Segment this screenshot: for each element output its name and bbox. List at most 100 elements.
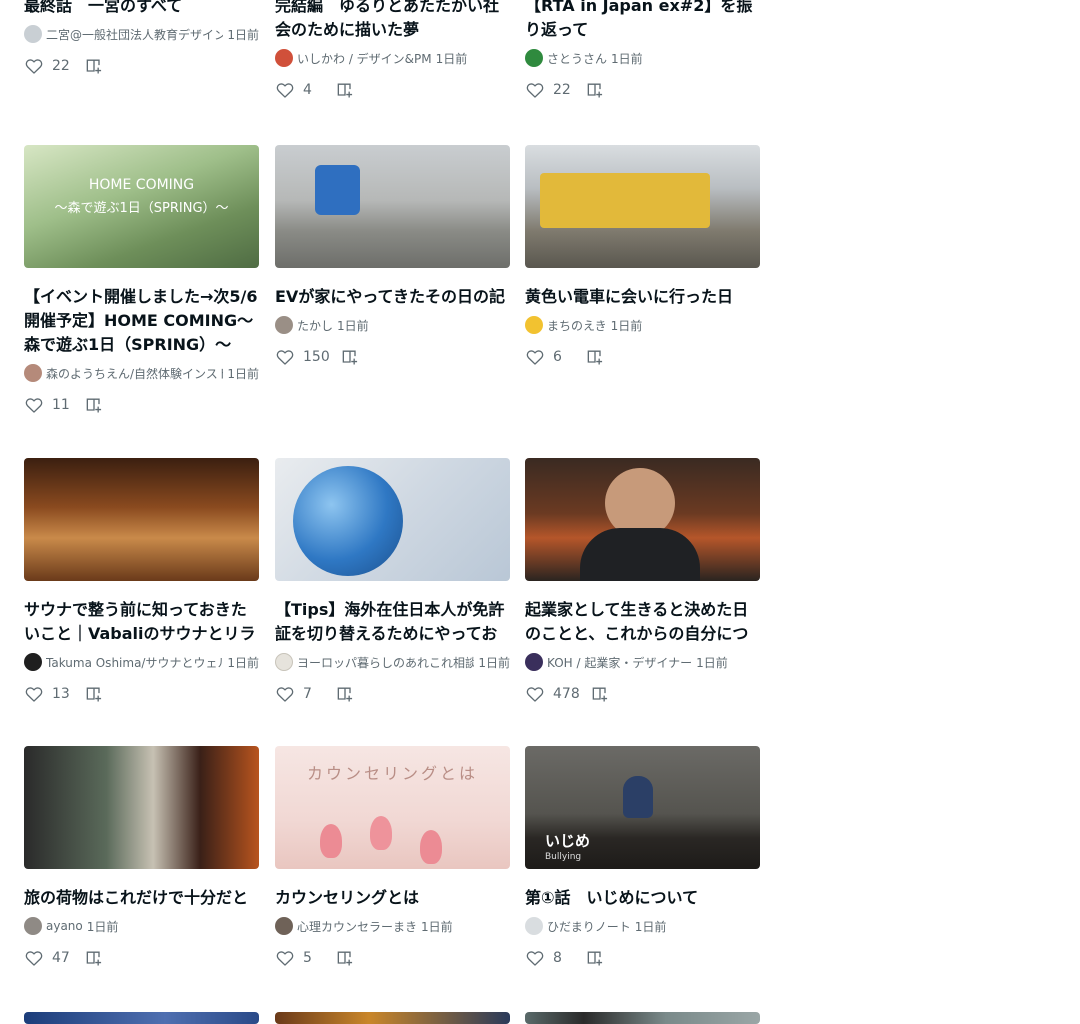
author-avatar[interactable]: [24, 25, 42, 43]
article-thumbnail[interactable]: [24, 458, 259, 581]
article-title[interactable]: 黄色い電車に会いに行った日: [525, 285, 760, 309]
article-title[interactable]: 旅の荷物はこれだけで十分だと気づいた話: [24, 886, 259, 910]
article-card[interactable]: カウンセリングとは カウンセリングとは 心理カウンセラーまき 1日前 5: [275, 746, 510, 970]
article-thumbnail[interactable]: [525, 458, 760, 581]
article-title[interactable]: 【Tips】海外在住日本人が免許証を切り替えるためにやっておくべきこと全まとめ: [275, 598, 510, 646]
like-button[interactable]: [525, 347, 553, 367]
article-thumbnail[interactable]: いじめ Bullying: [525, 746, 760, 869]
author-name[interactable]: さとうさん: [547, 50, 607, 67]
author-name[interactable]: ひだまりノート: [547, 918, 631, 935]
save-to-magazine-button[interactable]: [84, 395, 104, 415]
heart-icon: [526, 687, 544, 702]
save-to-magazine-button[interactable]: [84, 56, 104, 76]
heart-icon: [526, 350, 544, 365]
add-to-magazine-icon: [587, 83, 603, 98]
save-to-magazine-button[interactable]: [335, 684, 355, 704]
author-avatar[interactable]: [24, 917, 42, 935]
author-avatar[interactable]: [525, 917, 543, 935]
like-count: 150: [303, 349, 330, 365]
article-title[interactable]: EVが家にやってきたその日の記録: [275, 285, 510, 309]
article-thumbnail[interactable]: [24, 1012, 259, 1024]
author-avatar[interactable]: [525, 653, 543, 671]
save-to-magazine-button[interactable]: [585, 347, 605, 367]
article-card[interactable]: 旅の荷物はこれだけで十分だと気づいた話 ayano 1日前 47: [24, 746, 259, 970]
article-title[interactable]: カウンセリングとは: [275, 886, 510, 910]
author-avatar[interactable]: [275, 917, 293, 935]
article-card[interactable]: 最終話 一宮のすべて 二宮@一般社団法人教育デザイン研究所 1日前 22: [24, 0, 259, 78]
author-name[interactable]: 二宮@一般社団法人教育デザイン研究所: [46, 26, 223, 43]
author-name[interactable]: 心理カウンセラーまき: [297, 918, 417, 935]
author-avatar[interactable]: [275, 49, 293, 67]
author-avatar[interactable]: [525, 49, 543, 67]
author-name[interactable]: いしかわ / デザイン&PM: [297, 50, 432, 67]
author-name[interactable]: まちのえき: [547, 317, 607, 334]
save-to-magazine-button[interactable]: [585, 948, 605, 968]
author-name[interactable]: KOH / 起業家・デザイナー: [547, 654, 692, 671]
article-thumbnail[interactable]: [525, 1012, 760, 1024]
save-to-magazine-button[interactable]: [585, 80, 605, 100]
post-time: 1日前: [86, 919, 119, 934]
thumbnail-shape: [315, 165, 360, 215]
article-thumbnail[interactable]: [24, 746, 259, 869]
article-title[interactable]: 最終話 一宮のすべて: [24, 0, 259, 18]
article-title[interactable]: 第①話 いじめについて: [525, 886, 760, 910]
post-time: 1日前: [421, 919, 453, 934]
like-button[interactable]: [24, 56, 52, 76]
thumbnail-shape: [370, 816, 392, 850]
author-name[interactable]: ayano: [46, 919, 83, 933]
save-to-magazine-button[interactable]: [590, 684, 610, 704]
save-to-magazine-button[interactable]: [335, 80, 355, 100]
article-card[interactable]: いじめ Bullying 第①話 いじめについて ひだまりノート 1日前 8: [525, 746, 760, 970]
article-card[interactable]: 完結編 ゆるりとあたたかい社会のために描いた夢 いしかわ / デザイン&PM 1…: [275, 0, 510, 102]
like-button[interactable]: [275, 948, 303, 968]
like-count: 4: [303, 82, 312, 98]
article-title[interactable]: 起業家として生きると決めた日のことと、これからの自分について書いておきたい: [525, 598, 760, 646]
article-thumbnail[interactable]: [275, 145, 510, 268]
like-count: 7: [303, 686, 312, 702]
article-meta: ヨーロッパ暮らしのあれこれ相談室・ゆか 1日前: [275, 651, 510, 673]
author-avatar[interactable]: [525, 316, 543, 334]
article-card[interactable]: EVが家にやってきたその日の記録 たかし 1日前 150: [275, 145, 510, 369]
like-button[interactable]: [525, 684, 553, 704]
add-to-magazine-icon: [587, 951, 603, 966]
article-title[interactable]: 【RTA in Japan ex#2】を振り返って: [525, 0, 760, 42]
like-button[interactable]: [525, 80, 553, 100]
article-card[interactable]: 【RTA in Japan ex#2】を振り返って さとうさん 1日前 22: [525, 0, 760, 102]
article-card[interactable]: 起業家として生きると決めた日のことと、これからの自分について書いておきたい KO…: [525, 458, 760, 706]
article-thumbnail[interactable]: [275, 458, 510, 581]
article-title[interactable]: サウナで整う前に知っておきたいこと｜Vabaliのサウナとリラクゼーションについ…: [24, 598, 259, 646]
like-button[interactable]: [525, 948, 553, 968]
like-button[interactable]: [275, 684, 303, 704]
article-card[interactable]: サウナで整う前に知っておきたいこと｜Vabaliのサウナとリラクゼーションについ…: [24, 458, 259, 706]
article-card[interactable]: 黄色い電車に会いに行った日 まちのえき 1日前 6: [525, 145, 760, 369]
article-thumbnail[interactable]: [525, 145, 760, 268]
article-thumbnail[interactable]: HOME COMING 〜森で遊ぶ1日（SPRING）〜: [24, 145, 259, 268]
article-card[interactable]: 【Tips】海外在住日本人が免許証を切り替えるためにやっておくべきこと全まとめ …: [275, 458, 510, 706]
like-button[interactable]: [275, 80, 303, 100]
heart-icon: [276, 687, 294, 702]
author-avatar[interactable]: [275, 316, 293, 334]
like-button[interactable]: [275, 347, 303, 367]
article-title[interactable]: 【イベント開催しました→次5/6開催予定】HOME COMING〜森で遊ぶ1日（…: [24, 285, 259, 357]
article-actions: 6: [525, 345, 760, 369]
author-name[interactable]: ヨーロッパ暮らしのあれこれ相談室・ゆか: [297, 654, 474, 671]
author-name[interactable]: Takuma Oshima/サウナとウェルビーイング: [46, 654, 223, 671]
like-button[interactable]: [24, 395, 52, 415]
author-avatar[interactable]: [24, 653, 42, 671]
author-avatar[interactable]: [24, 364, 42, 382]
save-to-magazine-button[interactable]: [335, 948, 355, 968]
article-actions: 478: [525, 682, 760, 706]
save-to-magazine-button[interactable]: [84, 684, 104, 704]
article-thumbnail[interactable]: [275, 1012, 510, 1024]
author-name[interactable]: 森のようちえん/自然体験インストラクター・なおこさん: [46, 365, 223, 382]
save-to-magazine-button[interactable]: [84, 948, 104, 968]
save-to-magazine-button[interactable]: [340, 347, 360, 367]
article-title[interactable]: 完結編 ゆるりとあたたかい社会のために描いた夢: [275, 0, 510, 42]
like-button[interactable]: [24, 684, 52, 704]
author-avatar[interactable]: [275, 653, 293, 671]
article-thumbnail[interactable]: カウンセリングとは: [275, 746, 510, 869]
author-name[interactable]: たかし: [297, 317, 333, 334]
like-button[interactable]: [24, 948, 52, 968]
article-card[interactable]: HOME COMING 〜森で遊ぶ1日（SPRING）〜 【イベント開催しました…: [24, 145, 259, 417]
heart-icon: [25, 687, 43, 702]
